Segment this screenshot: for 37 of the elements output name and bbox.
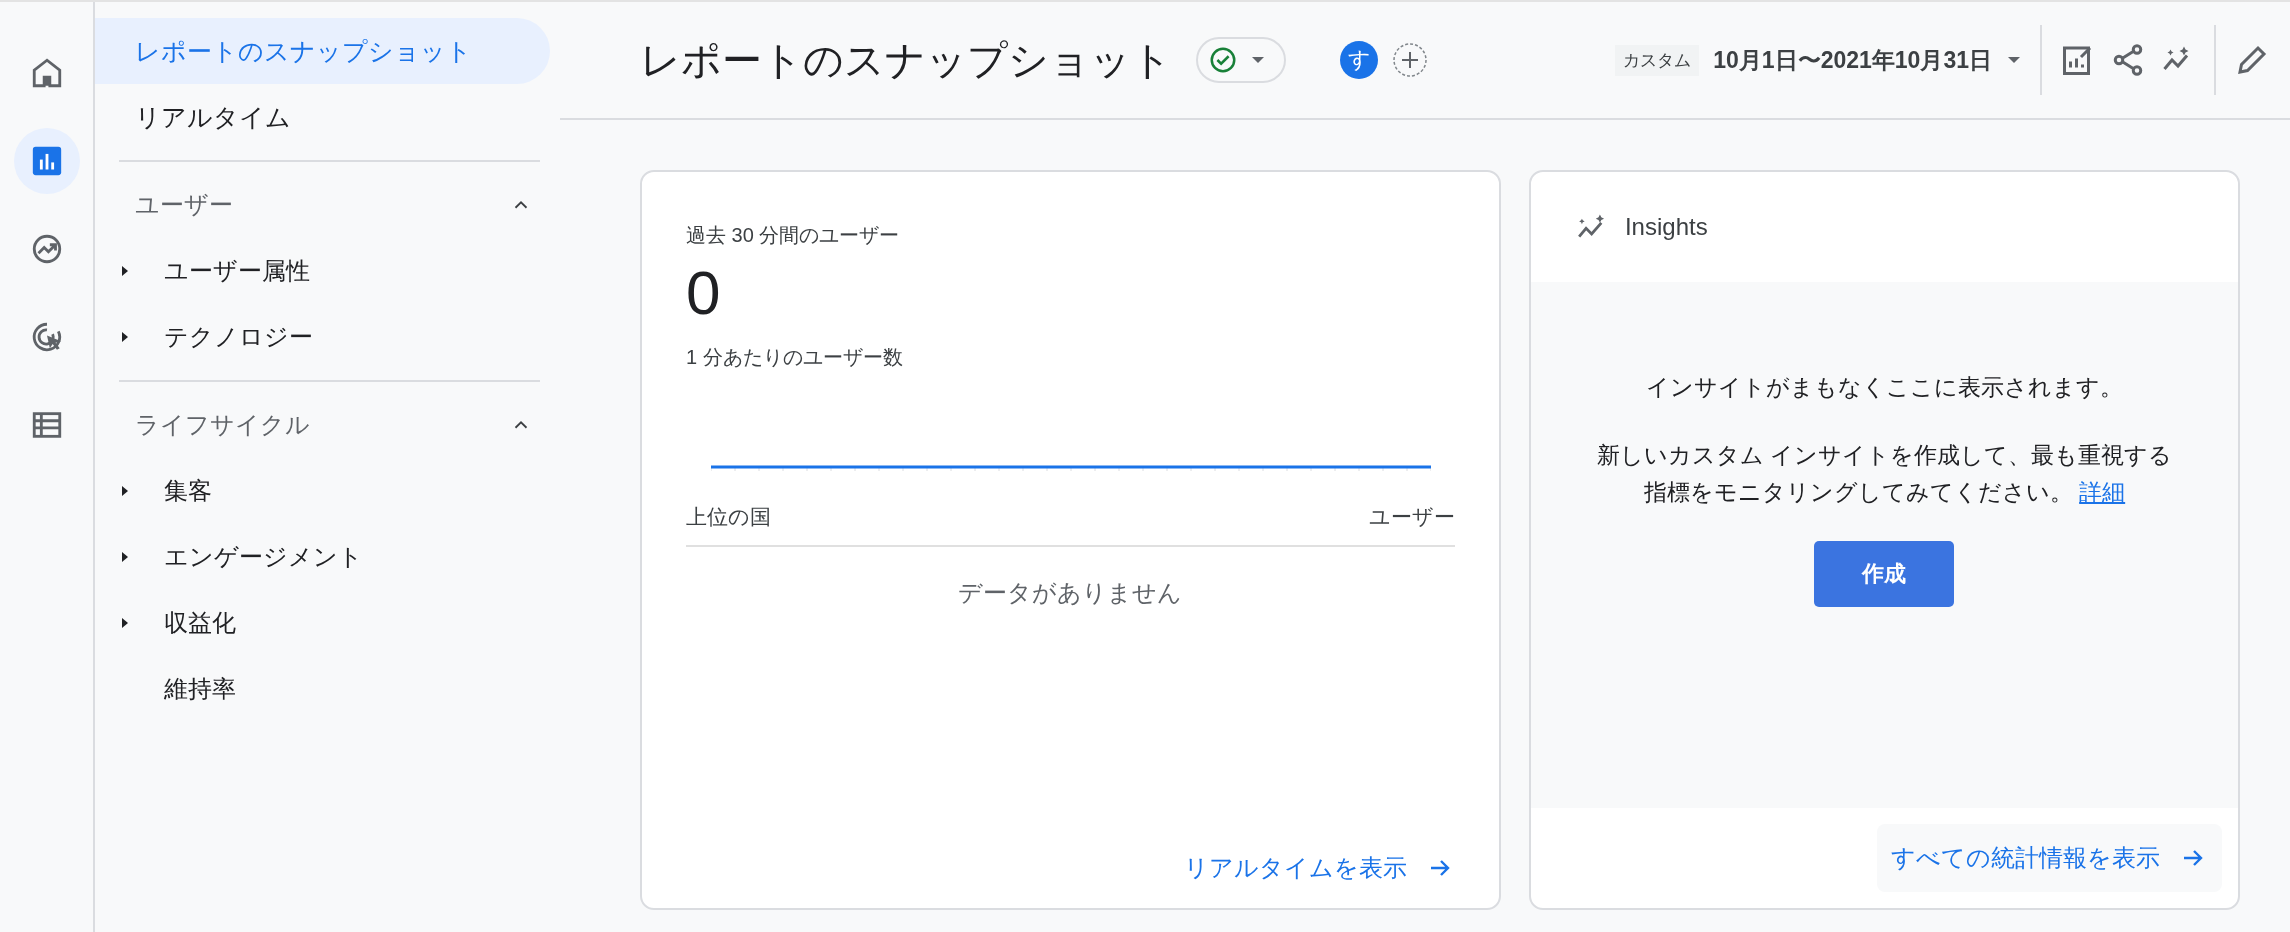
status-dropdown[interactable] [1196,37,1286,83]
caret-icon[interactable] [120,484,130,498]
column-header: 上位の国 [686,504,771,530]
metric-label: 過去 30 分間のユーザー [686,223,901,248]
nav-item[interactable]: 維持率 [164,673,236,705]
user-avatar[interactable]: す [1340,41,1378,79]
create-button[interactable]: 作成 [1814,540,1955,607]
nav-item[interactable]: エンゲージメント [164,541,363,573]
insights-description: 新しいカスタム インサイトを作成して、最も重視する指標をモニタリングしてみてください。 詳細 [1595,441,2174,507]
date-range-picker[interactable]: 10月1日〜2021年10月31日 [1713,44,1992,76]
nav-item[interactable]: テクノロジー [164,321,313,353]
chart-label: 1 分あたりのユーザー数 [686,345,904,370]
nav-item[interactable]: リアルタイム [95,84,550,150]
page-title: レポートのスナップショット [640,36,1172,84]
nav-item[interactable]: 集客 [164,475,212,507]
caret-icon[interactable] [120,264,130,278]
caret-icon[interactable] [120,616,130,630]
caret-down-icon[interactable] [2006,55,2022,65]
insights-headline: インサイトがまもなくここに表示されます。 [1645,373,2123,402]
section-title: ライフサイクル [135,410,310,440]
date-type-label: カスタム [1615,44,1700,76]
column-header: ユーザー [1368,504,1455,530]
empty-message: データがありません [957,578,1184,608]
caret-icon[interactable] [120,330,130,344]
nav-item[interactable]: レポートのスナップショット [95,18,550,84]
caret-down-icon [1250,55,1266,65]
metric-value: 0 [686,257,722,328]
nav-item[interactable]: ユーザー属性 [164,255,310,287]
nav-item[interactable]: 収益化 [164,607,236,639]
check-circle-icon [1208,45,1238,75]
view-all-insights-link[interactable]: すべての統計情報を表示 [1877,824,2222,892]
view-realtime-link[interactable]: リアルタイムを表示 [1183,852,1407,884]
add-icon[interactable] [1392,42,1428,78]
details-link[interactable]: 詳細 [2079,478,2126,505]
card-title: Insights [1624,213,1708,241]
caret-icon[interactable] [120,550,130,564]
section-title: ユーザー [135,190,233,220]
